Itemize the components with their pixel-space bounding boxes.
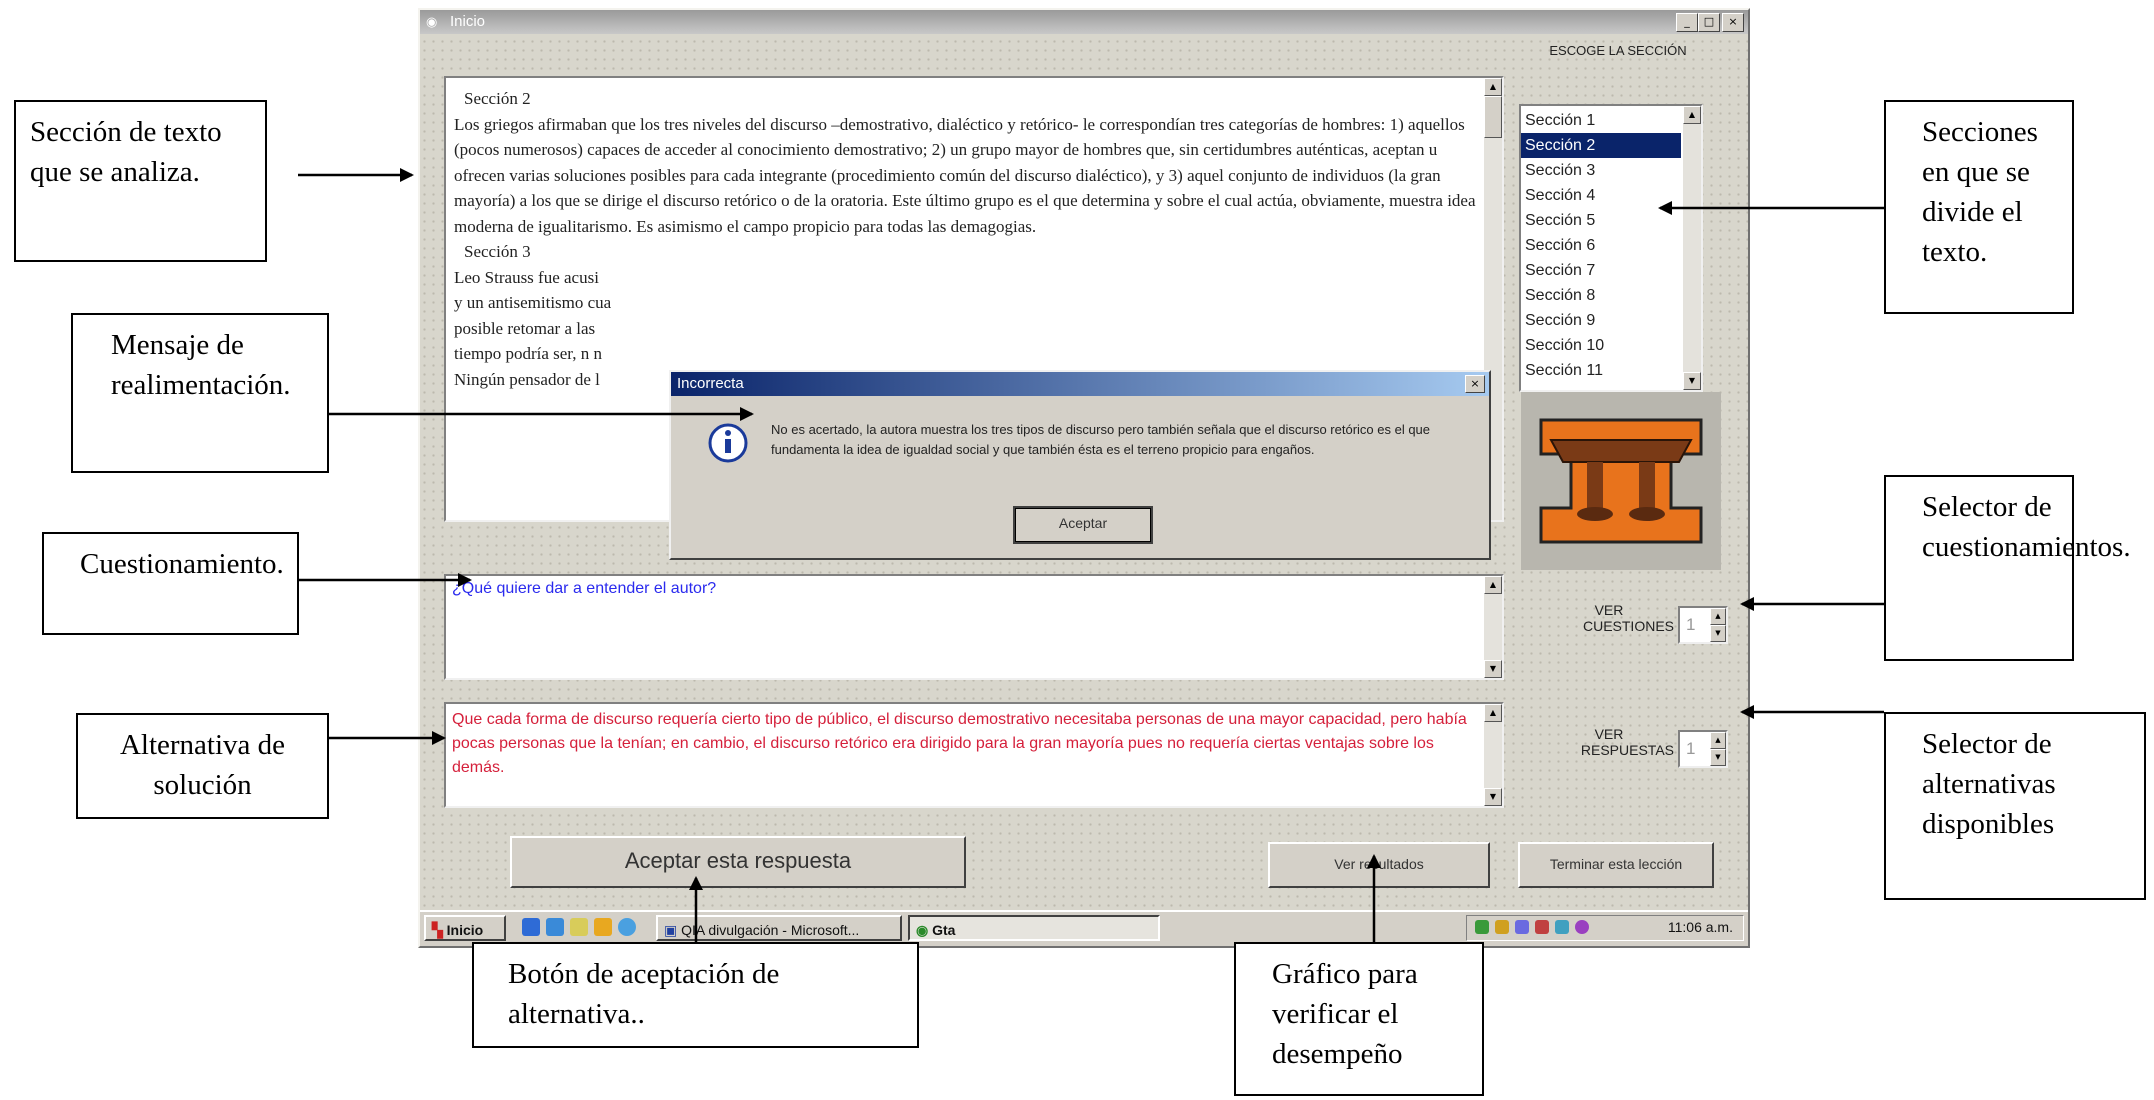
callout-arrows xyxy=(298,168,1884,942)
